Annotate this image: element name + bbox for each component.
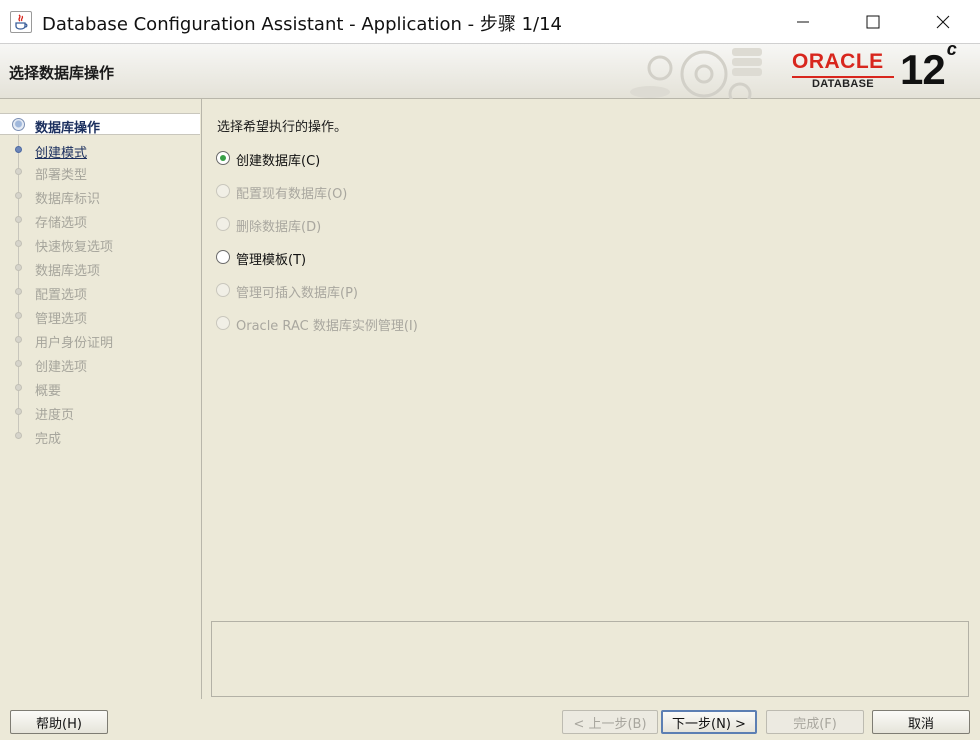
step-database-identification: 数据库标识 xyxy=(0,185,200,207)
step-creation-options: 创建选项 xyxy=(0,353,200,375)
java-app-icon xyxy=(10,11,32,33)
step-finish: 完成 xyxy=(0,425,200,447)
step-dot-icon xyxy=(15,240,22,247)
oracle-version-suffix: c xyxy=(946,39,957,59)
step-storage-option: 存储选项 xyxy=(0,209,200,231)
back-button: < 上一步(B) xyxy=(562,710,658,734)
step-dot-icon xyxy=(15,168,22,175)
radio-label: Oracle RAC 数据库实例管理(I) xyxy=(236,319,418,334)
step-dot-icon xyxy=(15,192,22,199)
radio-label: 配置现有数据库(O) xyxy=(236,187,348,202)
page-header: 选择数据库操作 ORACLE DATABASE 12 c xyxy=(0,39,980,99)
step-dot-icon xyxy=(15,336,22,343)
oracle-version-number: 12 xyxy=(900,46,946,93)
radio-rac-instance-management: Oracle RAC 数据库实例管理(I) xyxy=(216,314,616,334)
main-panel: 选择希望执行的操作。 创建数据库(C) 配置现有数据库(O) 删除数据库(D) … xyxy=(203,99,980,699)
radio-delete-database: 删除数据库(D) xyxy=(216,215,616,235)
step-summary: 概要 xyxy=(0,377,200,399)
step-fast-recovery-option: 快速恢复选项 xyxy=(0,233,200,255)
radio-label: 删除数据库(D) xyxy=(236,220,322,235)
radio-label: 创建数据库(C) xyxy=(236,154,321,169)
window-titlebar: Database Configuration Assistant - Appli… xyxy=(0,0,980,44)
step-database-options: 数据库选项 xyxy=(0,257,200,279)
page-title: 选择数据库操作 xyxy=(9,64,115,82)
step-dot-icon xyxy=(15,432,22,439)
help-button[interactable]: 帮助(H) xyxy=(10,710,108,734)
gears-graphic-icon xyxy=(630,48,762,99)
radio-configure-existing-database: 配置现有数据库(O) xyxy=(216,182,616,202)
description-panel xyxy=(211,621,969,697)
oracle-product-text: DATABASE xyxy=(812,78,874,90)
radio-manage-templates[interactable]: 管理模板(T) xyxy=(216,248,616,268)
step-navigation: 数据库操作 创建模式 部署类型 数据库标识 存储选项 快速恢复选项 数据库选项 … xyxy=(0,99,202,699)
step-dot-icon xyxy=(15,264,22,271)
step-label: 快速恢复选项 xyxy=(35,240,114,255)
step-dot-icon xyxy=(15,312,22,319)
step-creation-mode[interactable]: 创建模式 xyxy=(0,139,200,161)
radio-empty-icon xyxy=(216,184,230,198)
cancel-button[interactable]: 取消 xyxy=(872,710,970,734)
step-dot-icon xyxy=(15,360,22,367)
close-button[interactable] xyxy=(920,0,966,44)
close-icon xyxy=(936,15,950,29)
step-configuration-options: 配置选项 xyxy=(0,281,200,303)
maximize-icon xyxy=(866,15,880,29)
oracle-brand-text: ORACLE xyxy=(792,50,884,73)
oracle-version: 12 c xyxy=(900,39,957,94)
step-dot-icon xyxy=(15,384,22,391)
step-label: 管理选项 xyxy=(35,312,88,327)
step-label: 数据库标识 xyxy=(35,192,101,207)
radio-empty-icon xyxy=(216,283,230,297)
step-database-operation[interactable]: 数据库操作 xyxy=(0,113,200,136)
step-label: 进度页 xyxy=(35,408,75,423)
step-label: 完成 xyxy=(35,432,62,447)
step-progress-page: 进度页 xyxy=(0,401,200,423)
step-dot-icon xyxy=(15,146,22,153)
window-title: Database Configuration Assistant - Appli… xyxy=(42,14,562,35)
radio-label: 管理可插入数据库(P) xyxy=(236,286,358,301)
step-label: 数据库选项 xyxy=(35,264,101,279)
radio-label: 管理模板(T) xyxy=(236,253,307,268)
operation-prompt: 选择希望执行的操作。 xyxy=(217,120,348,135)
step-label: 用户身份证明 xyxy=(35,336,114,351)
step-label: 创建模式 xyxy=(35,146,88,161)
radio-empty-icon xyxy=(216,250,230,264)
step-label: 部署类型 xyxy=(35,168,88,183)
step-deployment-type: 部署类型 xyxy=(0,161,200,183)
minimize-button[interactable] xyxy=(780,0,826,44)
minimize-icon xyxy=(797,21,809,23)
step-user-credentials: 用户身份证明 xyxy=(0,329,200,351)
step-label: 概要 xyxy=(35,384,62,399)
step-dot-icon xyxy=(15,216,22,223)
radio-selected-icon xyxy=(216,151,230,165)
finish-button: 完成(F) xyxy=(766,710,864,734)
radio-manage-pluggable-databases: 管理可插入数据库(P) xyxy=(216,281,616,301)
radio-empty-icon xyxy=(216,316,230,330)
step-dot-icon xyxy=(15,408,22,415)
radio-empty-icon xyxy=(216,217,230,231)
step-management-options: 管理选项 xyxy=(0,305,200,327)
step-label: 存储选项 xyxy=(35,216,88,231)
next-button[interactable]: 下一步(N) > xyxy=(661,710,757,734)
maximize-button[interactable] xyxy=(850,0,896,44)
step-current-icon xyxy=(12,118,25,131)
step-label: 创建选项 xyxy=(35,360,88,375)
step-label: 配置选项 xyxy=(35,288,88,303)
step-label: 数据库操作 xyxy=(35,121,101,136)
radio-create-database[interactable]: 创建数据库(C) xyxy=(216,149,616,169)
step-dot-icon xyxy=(15,288,22,295)
